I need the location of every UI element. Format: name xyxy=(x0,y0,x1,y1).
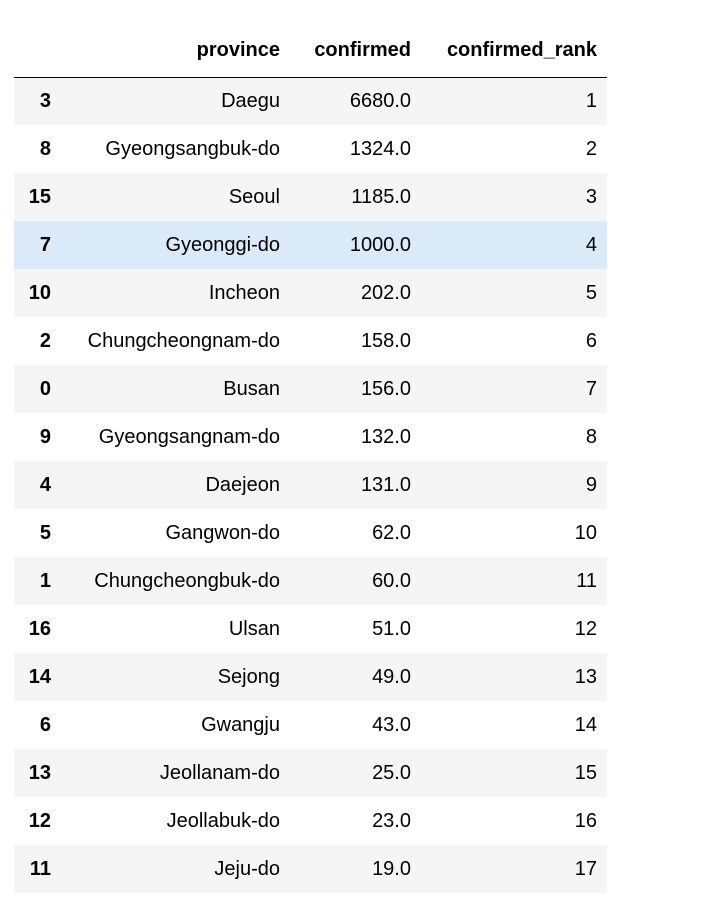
confirmed-cell: 131.0 xyxy=(360,473,411,496)
table-row: 12 Jeollabuk-do 23.0 16 xyxy=(14,797,607,845)
table-row: 16 Ulsan 51.0 12 xyxy=(14,605,607,653)
confirmed-rank-cell: 8 xyxy=(585,425,597,448)
confirmed-cell: 1185.0 xyxy=(351,185,411,208)
province-cell: Chungcheongbuk-do xyxy=(94,569,280,592)
dataframe-table: province confirmed confirmed_rank 3 Daegu… xyxy=(14,26,607,893)
province-cell: Jeollanam-do xyxy=(159,761,280,784)
table-row: 9 Gyeongsangnam-do 132.0 8 xyxy=(14,413,607,461)
row-index: 13 xyxy=(28,761,51,784)
province-cell: Gyeongsangbuk-do xyxy=(105,137,280,160)
row-index: 15 xyxy=(28,185,51,208)
confirmed-cell: 60.0 xyxy=(372,569,411,592)
table-row: 8 Gyeongsangbuk-do 1324.0 2 xyxy=(14,125,607,173)
row-index: 3 xyxy=(39,89,51,112)
table-row: 11 Jeju-do 19.0 17 xyxy=(14,845,607,893)
confirmed-cell: 51.0 xyxy=(372,617,411,640)
province-cell: Jeollabuk-do xyxy=(166,809,280,832)
province-cell: Busan xyxy=(223,377,280,400)
table-row: 6 Gwangju 43.0 14 xyxy=(14,701,607,749)
confirmed-cell: 156.0 xyxy=(360,377,411,400)
confirmed-rank-cell: 5 xyxy=(585,281,597,304)
confirmed-cell: 19.0 xyxy=(372,857,411,880)
table-row: 4 Daejeon 131.0 9 xyxy=(14,461,607,509)
confirmed-cell: 43.0 xyxy=(372,713,411,736)
row-index: 8 xyxy=(39,137,51,160)
confirmed-cell: 6680.0 xyxy=(349,89,411,112)
row-index: 10 xyxy=(28,281,51,304)
confirmed-rank-cell: 12 xyxy=(574,617,597,640)
row-index: 2 xyxy=(39,329,51,352)
confirmed-rank-cell: 17 xyxy=(574,857,597,880)
province-cell: Gwangju xyxy=(201,713,280,736)
row-index: 12 xyxy=(28,809,51,832)
table-row: 1 Chungcheongbuk-do 60.0 11 xyxy=(14,557,607,605)
confirmed-cell: 132.0 xyxy=(360,425,411,448)
header-row: province confirmed confirmed_rank xyxy=(14,26,607,77)
row-index: 5 xyxy=(39,521,51,544)
row-index: 0 xyxy=(39,377,51,400)
confirmed-rank-cell: 6 xyxy=(585,329,597,352)
table-row: 10 Incheon 202.0 5 xyxy=(14,269,607,317)
confirmed-rank-cell: 2 xyxy=(585,137,597,160)
province-cell: Ulsan xyxy=(228,617,280,640)
confirmed-rank-cell: 15 xyxy=(574,761,597,784)
confirmed-cell: 1000.0 xyxy=(349,233,411,256)
province-cell: Gangwon-do xyxy=(165,521,280,544)
confirmed-rank-header: confirmed_rank xyxy=(446,39,597,62)
confirmed-cell: 23.0 xyxy=(372,809,411,832)
confirmed-cell: 62.0 xyxy=(372,521,411,544)
confirmed-rank-cell: 4 xyxy=(585,233,597,256)
confirmed-rank-cell: 1 xyxy=(585,89,597,112)
table-row: 0 Busan 156.0 7 xyxy=(14,365,607,413)
table-row: 13 Jeollanam-do 25.0 15 xyxy=(14,749,607,797)
province-cell: Daejeon xyxy=(205,473,280,496)
row-index: 1 xyxy=(39,569,51,592)
confirmed-cell: 49.0 xyxy=(372,665,411,688)
confirmed-rank-cell: 14 xyxy=(574,713,597,736)
province-cell: Seoul xyxy=(228,185,280,208)
row-index: 14 xyxy=(28,665,51,688)
confirmed-rank-cell: 16 xyxy=(574,809,597,832)
confirmed-cell: 158.0 xyxy=(360,329,411,352)
table-row: 15 Seoul 1185.0 3 xyxy=(14,173,607,221)
confirmed-rank-cell: 9 xyxy=(585,473,597,496)
province-header: province xyxy=(196,39,280,62)
province-cell: Incheon xyxy=(208,281,280,304)
confirmed-cell: 202.0 xyxy=(360,281,411,304)
row-index: 16 xyxy=(28,617,51,640)
row-index: 4 xyxy=(39,473,51,496)
table-header: province confirmed confirmed_rank xyxy=(14,26,607,77)
confirmed-rank-cell: 13 xyxy=(574,665,597,688)
province-cell: Jeju-do xyxy=(214,857,280,880)
province-cell: Sejong xyxy=(217,665,280,688)
confirmed-rank-cell: 11 xyxy=(576,569,597,592)
row-index: 11 xyxy=(29,857,51,880)
province-cell: Chungcheongnam-do xyxy=(87,329,280,352)
confirmed-rank-cell: 7 xyxy=(585,377,597,400)
index-header xyxy=(14,26,63,77)
confirmed-cell: 1324.0 xyxy=(349,137,411,160)
confirmed-header: confirmed xyxy=(314,39,411,62)
confirmed-rank-cell: 10 xyxy=(574,521,597,544)
province-cell: Gyeongsangnam-do xyxy=(98,425,280,448)
row-index: 7 xyxy=(39,233,51,256)
confirmed-rank-cell: 3 xyxy=(585,185,597,208)
table-row: 3 Daegu 6680.0 1 xyxy=(14,77,607,125)
table-row: 7 Gyeonggi-do 1000.0 4 xyxy=(14,221,607,269)
province-cell: Gyeonggi-do xyxy=(165,233,280,256)
row-index: 6 xyxy=(39,713,51,736)
table-body: 3 Daegu 6680.0 1 8 Gyeongsangbuk-do 1324.0 2 15 S… xyxy=(14,77,607,893)
table-row: 2 Chungcheongnam-do 158.0 6 xyxy=(14,317,607,365)
confirmed-cell: 25.0 xyxy=(372,761,411,784)
table-row: 5 Gangwon-do 62.0 10 xyxy=(14,509,607,557)
table-row: 14 Sejong 49.0 13 xyxy=(14,653,607,701)
row-index: 9 xyxy=(39,425,51,448)
province-cell: Daegu xyxy=(221,89,280,112)
